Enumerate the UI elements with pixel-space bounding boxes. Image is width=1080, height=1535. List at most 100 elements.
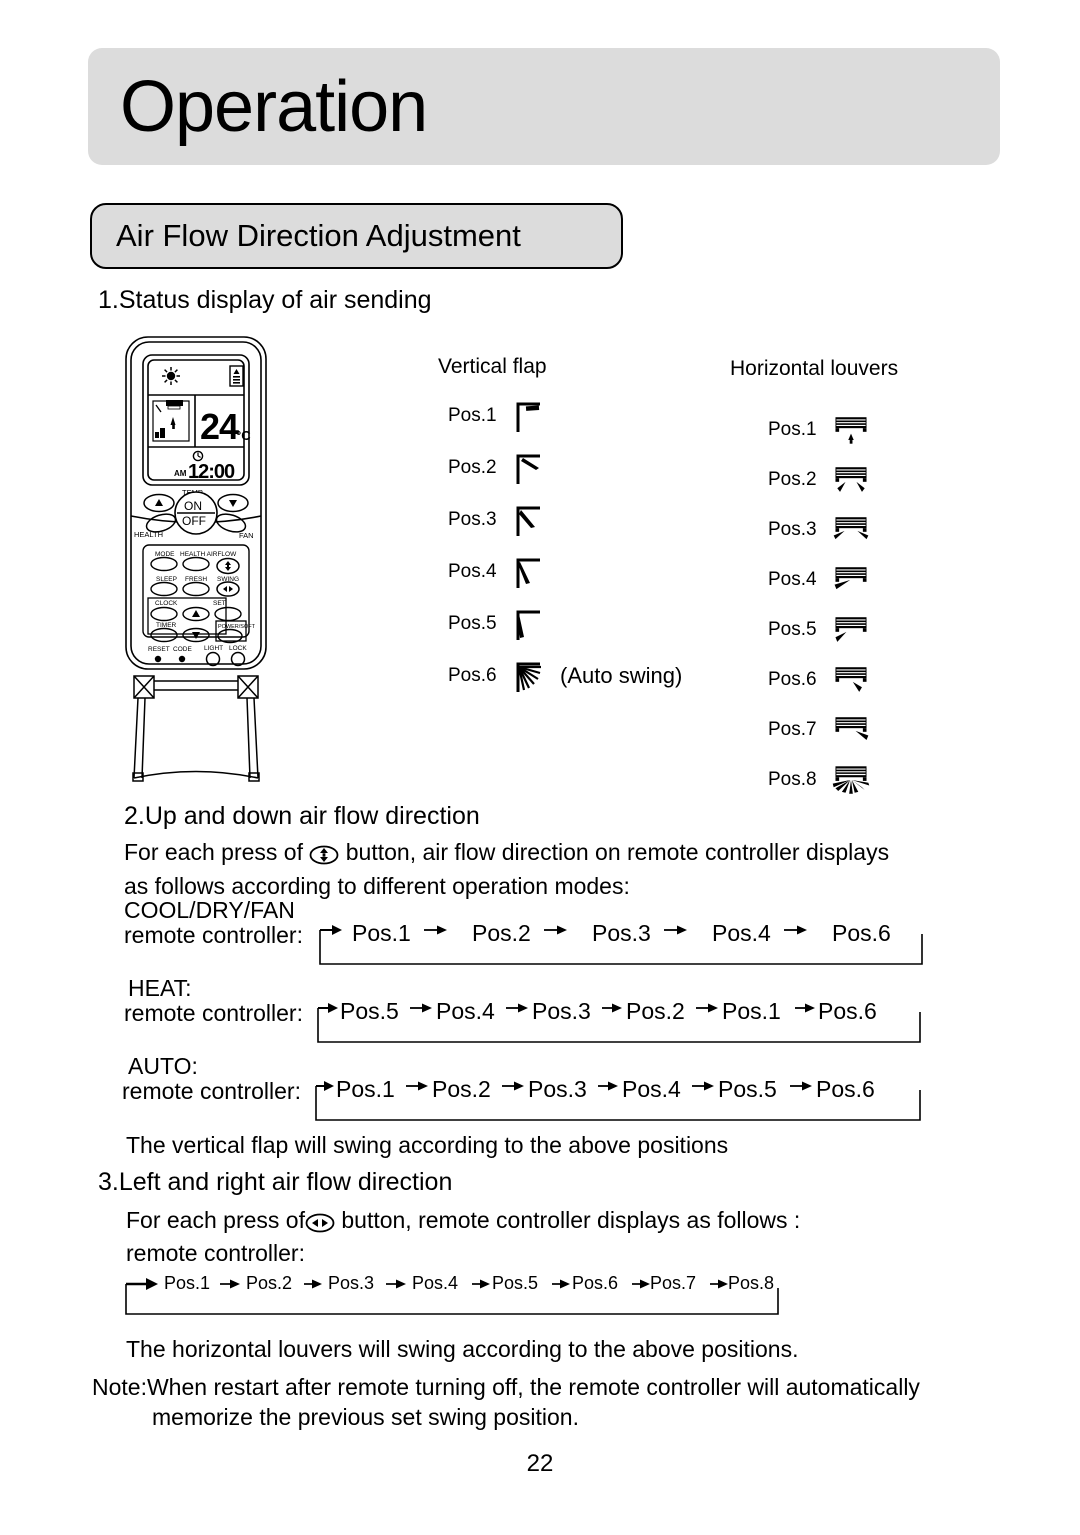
sequence-heat-item-1: Pos.5 xyxy=(340,998,399,1024)
left-right-item-3: Pos.3 xyxy=(328,1273,375,1293)
sun-mode-icon xyxy=(162,367,180,385)
svg-text:CLOCK: CLOCK xyxy=(155,600,178,607)
vertical-flap-pos5-label: Pos.5 xyxy=(448,613,497,634)
section-2-footnote: The vertical flap will swing according t… xyxy=(126,1132,729,1158)
sequence-auto-item-4: Pos.4 xyxy=(622,1076,681,1102)
section-banner-title: Air Flow Direction Adjustment xyxy=(116,218,521,253)
vertical-flap-pos6-icon xyxy=(510,656,552,696)
horizontal-louver-pos2-icon xyxy=(830,460,872,500)
vertical-flap-row-6: Pos.6 (Auto swing) xyxy=(448,656,682,696)
vertical-flap-pos4-label: Pos.4 xyxy=(448,561,497,582)
horizontal-louver-row-7: Pos.7 xyxy=(768,710,872,750)
sequence-cool-dry-fan-item-5: Pos.6 xyxy=(832,920,891,946)
vertical-flap-pos4-icon xyxy=(510,552,552,592)
horizontal-louver-pos1-label: Pos.1 xyxy=(768,419,817,440)
section-2-intro-line2: as follows according to different operat… xyxy=(124,873,630,899)
horizontal-louver-row-2: Pos.2 xyxy=(768,460,872,500)
sequence-auto-mode: AUTO: xyxy=(128,1053,198,1079)
sequence-auto-item-2: Pos.2 xyxy=(432,1076,491,1102)
sequence-cool-dry-fan-mode: COOL/DRY/FAN xyxy=(124,897,295,923)
horizontal-louver-pos6-icon xyxy=(830,660,872,700)
sequence-auto-prefix: remote controller: xyxy=(122,1078,301,1104)
svg-text:LIGHT: LIGHT xyxy=(204,645,223,652)
svg-text:SET: SET xyxy=(213,600,226,607)
left-right-item-8: Pos.8 xyxy=(728,1273,775,1293)
horizontal-louver-pos1-icon xyxy=(830,410,872,450)
sequence-left-right-diagram xyxy=(118,1268,808,1329)
vertical-flap-pos6-note: (Auto swing) xyxy=(560,663,683,688)
svg-text:LOCK: LOCK xyxy=(229,645,247,652)
page-number: 22 xyxy=(526,1450,554,1477)
vertical-flap-pos2-label: Pos.2 xyxy=(448,457,497,478)
left-right-item-1: Pos.1 xyxy=(164,1273,211,1293)
horizontal-louver-pos5-label: Pos.5 xyxy=(768,619,817,640)
section-2-intro-post: button, air flow direction on remote con… xyxy=(345,839,890,865)
note-line-1: Note:When restart after remote turning o… xyxy=(92,1374,920,1400)
svg-text:24: 24 xyxy=(200,406,239,447)
vertical-flap-pos3-icon xyxy=(510,500,552,540)
sequence-heat-item-3: Pos.3 xyxy=(532,998,591,1024)
svg-text:AM: AM xyxy=(174,469,187,478)
remote-controller-illustration: 24 °C AM 12:00 TEMP ON OFF HEALTH FAN MO… xyxy=(112,333,292,788)
vertical-flap-pos1-label: Pos.1 xyxy=(448,405,497,426)
note-line-2: memorize the previous set swing position… xyxy=(152,1404,579,1430)
svg-text:CODE: CODE xyxy=(173,646,192,653)
sequence-auto-item-1: Pos.1 xyxy=(336,1076,395,1102)
sequence-cool-dry-fan-item-2: Pos.2 xyxy=(472,920,531,946)
svg-text:°C: °C xyxy=(236,428,251,443)
vertical-flap-row-3: Pos.3 xyxy=(448,500,552,540)
section-3-footnote: The horizontal louvers will swing accord… xyxy=(126,1336,799,1362)
signal-transmit-icon xyxy=(229,365,244,387)
section-3-intro-post: button, remote controller displays as fo… xyxy=(341,1207,801,1233)
remote-main-buttons: TEMP ON OFF HEALTH FAN xyxy=(134,488,254,540)
section-banner: Air Flow Direction Adjustment xyxy=(90,203,623,269)
sequence-auto-item-5: Pos.5 xyxy=(718,1076,777,1102)
section-3-intro: For each press of button, remote control… xyxy=(126,1207,986,1240)
svg-text:HEALTH AIRFLOW: HEALTH AIRFLOW xyxy=(180,551,237,558)
horizontal-louver-pos7-label: Pos.7 xyxy=(768,719,817,740)
lcd-clock: AM 12:00 xyxy=(174,450,236,483)
sequence-heat-prefix: remote controller: xyxy=(124,1000,303,1026)
section-3-intro-pre: For each press of xyxy=(126,1207,305,1233)
sequence-heat-mode: HEAT: xyxy=(128,975,192,1001)
vertical-flap-pos1-icon xyxy=(510,396,552,436)
horizontal-louver-pos5-icon xyxy=(830,610,872,650)
sequence-heat-item-5: Pos.1 xyxy=(722,998,781,1024)
horizontal-louver-row-3: Pos.3 xyxy=(768,510,872,550)
vertical-flap-pos6-label: Pos.6 xyxy=(448,665,497,686)
sequence-heat-item-2: Pos.4 xyxy=(436,998,495,1024)
vertical-flap-pos2-icon xyxy=(510,448,552,488)
horizontal-louver-row-8: Pos.8 xyxy=(768,760,872,800)
left-right-item-5: Pos.5 xyxy=(492,1273,539,1293)
svg-text:FAN: FAN xyxy=(239,531,254,540)
horizontal-louver-row-6: Pos.6 xyxy=(768,660,872,700)
left-right-item-2: Pos.2 xyxy=(246,1273,293,1293)
sequence-heat-item-6: Pos.6 xyxy=(818,998,877,1024)
left-right-item-6: Pos.6 xyxy=(572,1273,619,1293)
sequence-cool-dry-fan-item-1: Pos.1 xyxy=(352,920,411,946)
horizontal-louver-pos3-label: Pos.3 xyxy=(768,519,817,540)
remote-bottom-buttons: RESET CODE LIGHT LOCK xyxy=(148,645,247,667)
page-title: Operation xyxy=(120,66,428,147)
horizontal-louver-row-1: Pos.1 xyxy=(768,410,872,450)
vertical-flap-row-2: Pos.2 xyxy=(448,448,552,488)
section-2-heading: 2.Up and down air flow direction xyxy=(124,802,480,830)
room-airflow-pictogram xyxy=(152,400,190,442)
vertical-flap-column-title: Vertical flap xyxy=(438,355,547,378)
sequence-auto-item-6: Pos.6 xyxy=(816,1076,875,1102)
vertical-flap-row-4: Pos.4 xyxy=(448,552,552,592)
page-header-band: Operation xyxy=(88,48,1000,165)
vertical-flap-pos3-label: Pos.3 xyxy=(448,509,497,530)
section-2-intro-pre: For each press of xyxy=(124,839,303,865)
horizontal-louver-pos4-icon xyxy=(830,560,872,600)
horizontal-louver-pos3-icon xyxy=(830,510,872,550)
vertical-flap-row-1: Pos.1 xyxy=(448,396,552,436)
vertical-flap-row-5: Pos.5 xyxy=(448,604,552,644)
left-right-item-4: Pos.4 xyxy=(412,1273,459,1293)
horizontal-louver-row-5: Pos.5 xyxy=(768,610,872,650)
left-right-swing-button-icon xyxy=(305,1212,335,1240)
sequence-cool-dry-fan-prefix: remote controller: xyxy=(124,922,303,948)
up-down-swing-button-icon xyxy=(309,844,339,872)
horizontal-louver-pos8-icon xyxy=(830,760,872,800)
sequence-auto-item-3: Pos.3 xyxy=(528,1076,587,1102)
